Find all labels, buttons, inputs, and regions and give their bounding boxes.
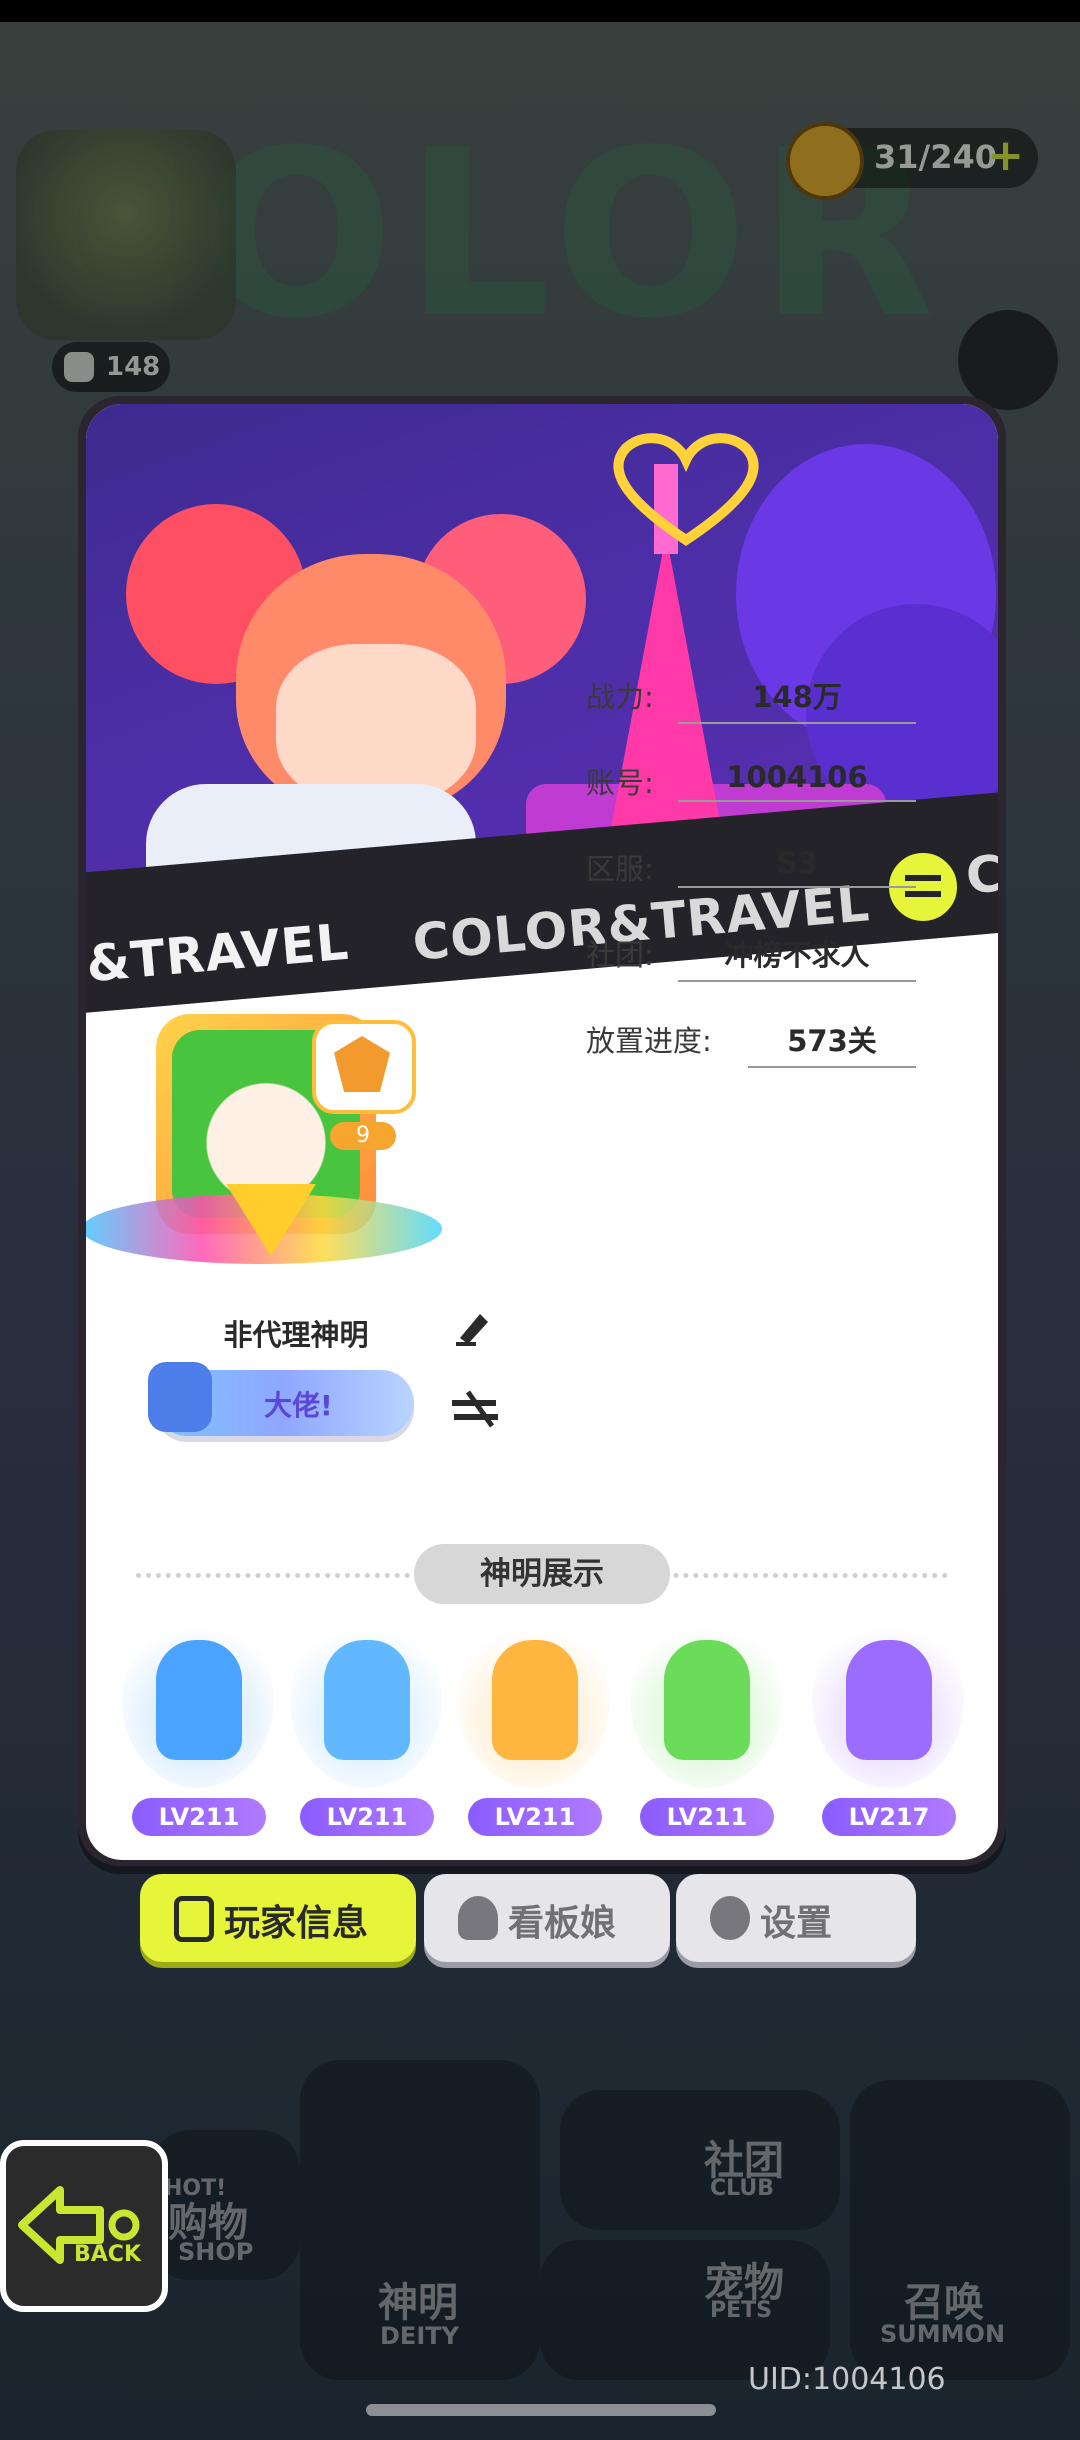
deity-figure [664, 1640, 750, 1760]
info-idle-progress: 放置进度: 573关 [586, 1018, 916, 1068]
deity-level: LV217 [822, 1798, 956, 1836]
deity-figure [846, 1640, 932, 1760]
banner-character-face [276, 644, 476, 804]
tab-label: 设置 [760, 1903, 833, 1944]
deity-figure [156, 1640, 242, 1760]
status-bar [0, 0, 1080, 22]
tab-player-info[interactable]: 玩家信息 [140, 1874, 416, 1962]
back-label: BACK [74, 2242, 141, 2267]
deity-card[interactable]: LV211 [284, 1604, 448, 1840]
deity-card[interactable]: LV217 [806, 1604, 970, 1840]
info-label: 放置进度: [586, 1024, 712, 1058]
deity-level: LV211 [468, 1798, 602, 1836]
tab-label: 看板娘 [508, 1903, 617, 1944]
rank-level: 9 [330, 1122, 396, 1150]
uid-label: UID:1004106 [748, 2362, 946, 2397]
info-server: 区服: S3 [586, 846, 916, 896]
thumbs-up-icon [148, 1362, 212, 1432]
deity-level: LV211 [300, 1798, 434, 1836]
gear-icon [710, 1896, 750, 1940]
deity-figure [492, 1640, 578, 1760]
player-nickname: 非代理神明 [223, 1318, 369, 1352]
swap-icon[interactable] [448, 1390, 502, 1430]
info-value: 冲榜不求人 [678, 932, 916, 982]
info-label: 区服: [586, 852, 654, 886]
likes-label: 大佬! [264, 1389, 333, 1422]
info-value: 148万 [678, 674, 916, 724]
deity-figure [324, 1640, 410, 1760]
back-button[interactable]: BACK [0, 2140, 168, 2312]
edit-icon[interactable] [452, 1304, 496, 1348]
deity-level: LV211 [132, 1798, 266, 1836]
deity-card[interactable]: LV211 [624, 1604, 788, 1840]
info-value: S3 [678, 846, 916, 888]
banner-strip-text: CO [963, 840, 998, 906]
info-label: 社团: [586, 938, 654, 972]
tab-label: 玩家信息 [224, 1903, 369, 1944]
info-label: 账号: [586, 766, 654, 800]
tab-mascot[interactable]: 看板娘 [424, 1874, 670, 1962]
deity-showcase-title: 神明展示 [414, 1544, 670, 1604]
tab-settings[interactable]: 设置 [676, 1874, 916, 1962]
deity-level: LV211 [640, 1798, 774, 1836]
info-account: 账号: 1004106 [586, 760, 916, 810]
person-icon [458, 1896, 498, 1940]
info-value: 573关 [748, 1018, 916, 1068]
deity-card[interactable]: LV211 [452, 1604, 616, 1840]
deity-card[interactable]: LV211 [116, 1604, 280, 1840]
info-label: 战力: [586, 680, 654, 714]
heart-icon [613, 433, 759, 547]
card-icon [174, 1896, 214, 1942]
info-value: 1004106 [678, 760, 916, 802]
home-indicator[interactable] [366, 2404, 716, 2416]
info-club: 社团: 冲榜不求人 [586, 932, 916, 982]
rank-icon [312, 1020, 416, 1114]
info-power: 战力: 148万 [586, 674, 916, 724]
